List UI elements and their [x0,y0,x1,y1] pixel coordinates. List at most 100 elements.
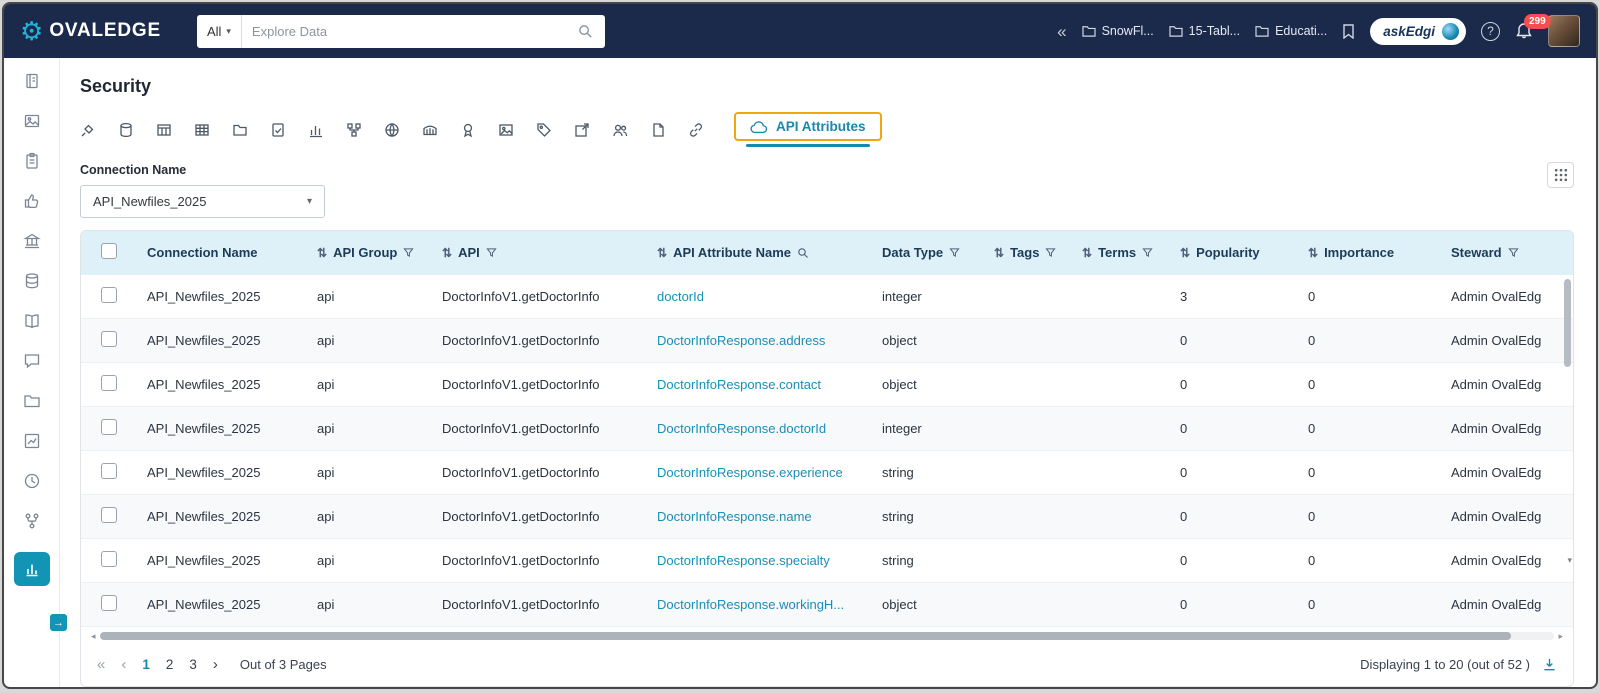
page-button-1[interactable]: 1 [142,657,150,672]
filter-funnel-icon[interactable] [1045,247,1057,258]
page-button-3[interactable]: 3 [189,657,197,672]
attribute-link[interactable]: DoctorInfoResponse.experience [657,465,843,480]
row-checkbox[interactable] [101,287,117,304]
branch-icon[interactable] [23,512,41,530]
sort-icon[interactable]: ⇅ [1082,247,1092,259]
row-checkbox[interactable] [101,375,117,392]
collapse-chevrons-icon[interactable]: « [1057,23,1066,40]
row-checkbox[interactable] [101,419,117,436]
scroll-down-arrow[interactable]: ▾ [1567,555,1572,566]
connector-icon[interactable] [80,122,96,138]
col-popularity[interactable]: Popularity [1196,245,1260,260]
sort-icon[interactable]: ⇅ [994,247,1004,259]
chat-icon[interactable] [23,352,41,370]
cell-popularity: 0 [1170,362,1298,408]
filter-funnel-icon[interactable] [403,247,414,258]
user-avatar[interactable] [1548,15,1580,47]
col-api-attribute-name[interactable]: API Attribute Name [673,245,791,260]
link-icon[interactable] [688,122,704,138]
sort-icon[interactable]: ⇅ [317,247,327,259]
clock-icon[interactable] [23,472,41,490]
attribute-link[interactable]: DoctorInfoResponse.specialty [657,553,830,568]
report-chart-icon[interactable] [308,122,324,138]
attribute-link[interactable]: DoctorInfoResponse.contact [657,377,821,392]
askedgi-button[interactable]: askEdgi [1370,17,1466,45]
horizontal-scroll-thumb[interactable] [99,632,1511,641]
search-scope-dropdown[interactable]: All ▾ [197,14,242,48]
first-page-button[interactable]: « [97,657,105,672]
col-importance[interactable]: Importance [1324,245,1394,260]
columns-icon[interactable] [194,122,210,138]
tag-icon[interactable] [536,122,552,138]
pinned-item-tables[interactable]: 15-Tabl... [1169,24,1240,38]
connection-name-dropdown[interactable]: API_Newfiles_2025 ▾ [80,184,325,218]
vertical-scrollbar[interactable] [1564,278,1571,367]
notebook-icon[interactable] [23,72,41,90]
database-icon[interactable] [118,122,134,138]
book-icon[interactable] [23,312,41,330]
schema-icon[interactable] [346,122,362,138]
image-icon[interactable] [23,112,41,130]
globe-icon[interactable] [384,122,400,138]
attribute-link[interactable]: DoctorInfoResponse.address [657,333,825,348]
attribute-link[interactable]: DoctorInfoResponse.doctorId [657,421,826,436]
pinned-item-snowflake[interactable]: SnowFl... [1081,24,1154,38]
column-search-icon[interactable] [797,247,809,259]
column-settings-button[interactable] [1547,162,1574,188]
col-terms[interactable]: Terms [1098,245,1136,260]
sidebar-expand-arrow[interactable]: → [50,614,67,631]
row-checkbox[interactable] [101,595,117,612]
scroll-right-arrow[interactable]: ▸ [1558,631,1563,642]
notifications-bell[interactable]: 299 [1515,14,1551,40]
line-chart-icon[interactable] [23,432,41,450]
sort-icon[interactable]: ⇅ [442,247,452,259]
ovaledge-logo[interactable]: ⚙ OVALEDGE [20,18,161,44]
sort-icon[interactable]: ⇅ [1180,247,1190,259]
folder-icon[interactable] [232,122,248,138]
row-checkbox[interactable] [101,331,117,348]
help-icon[interactable]: ? [1481,21,1500,41]
file-icon[interactable] [650,122,666,138]
filter-funnel-icon[interactable] [1507,247,1519,258]
scroll-left-arrow[interactable]: ◂ [91,631,96,642]
row-checkbox[interactable] [101,551,117,568]
row-checkbox[interactable] [101,463,117,480]
sort-icon[interactable]: ⇅ [1308,247,1318,259]
download-icon[interactable] [1542,657,1557,672]
bank-icon[interactable] [22,232,41,250]
page-button-2[interactable]: 2 [166,657,174,672]
col-connection-name[interactable]: Connection Name [147,245,258,260]
data-catalog-icon[interactable] [422,122,438,138]
filter-funnel-icon[interactable] [486,247,497,258]
sort-icon[interactable]: ⇅ [657,247,667,259]
col-api[interactable]: API [458,245,480,260]
pinned-item-education[interactable]: Educati... [1255,24,1327,38]
database-sync-icon[interactable] [23,272,41,290]
filter-funnel-icon[interactable] [1142,247,1153,258]
col-data-type[interactable]: Data Type [882,245,943,260]
export-icon[interactable] [574,122,590,138]
dashboard-icon[interactable] [13,552,50,586]
attribute-link[interactable]: DoctorInfoResponse.name [657,509,812,524]
api-attributes-tab-button[interactable]: API Attributes [734,112,882,142]
table-icon[interactable] [156,122,172,138]
row-checkbox[interactable] [101,507,117,524]
attribute-link[interactable]: doctorId [657,289,704,304]
bookmark-icon[interactable] [1342,23,1355,39]
image-icon[interactable] [498,122,514,138]
prev-page-button[interactable]: ‹ [121,657,126,672]
thumbs-up-icon[interactable] [23,192,41,210]
select-all-checkbox[interactable] [101,243,117,260]
search-input[interactable] [241,23,578,39]
col-steward[interactable]: Steward [1451,245,1502,260]
folder-icon[interactable] [23,392,41,410]
attribute-link[interactable]: DoctorInfoResponse.workingH... [657,597,844,612]
query-sheet-icon[interactable] [270,122,286,138]
certificate-icon[interactable] [460,122,476,138]
users-icon[interactable] [612,122,628,138]
col-api-group[interactable]: API Group [333,245,397,260]
clipboard-icon[interactable] [23,152,41,170]
next-page-button[interactable]: › [213,657,218,672]
col-tags[interactable]: Tags [1010,245,1039,260]
filter-funnel-icon[interactable] [949,247,960,258]
